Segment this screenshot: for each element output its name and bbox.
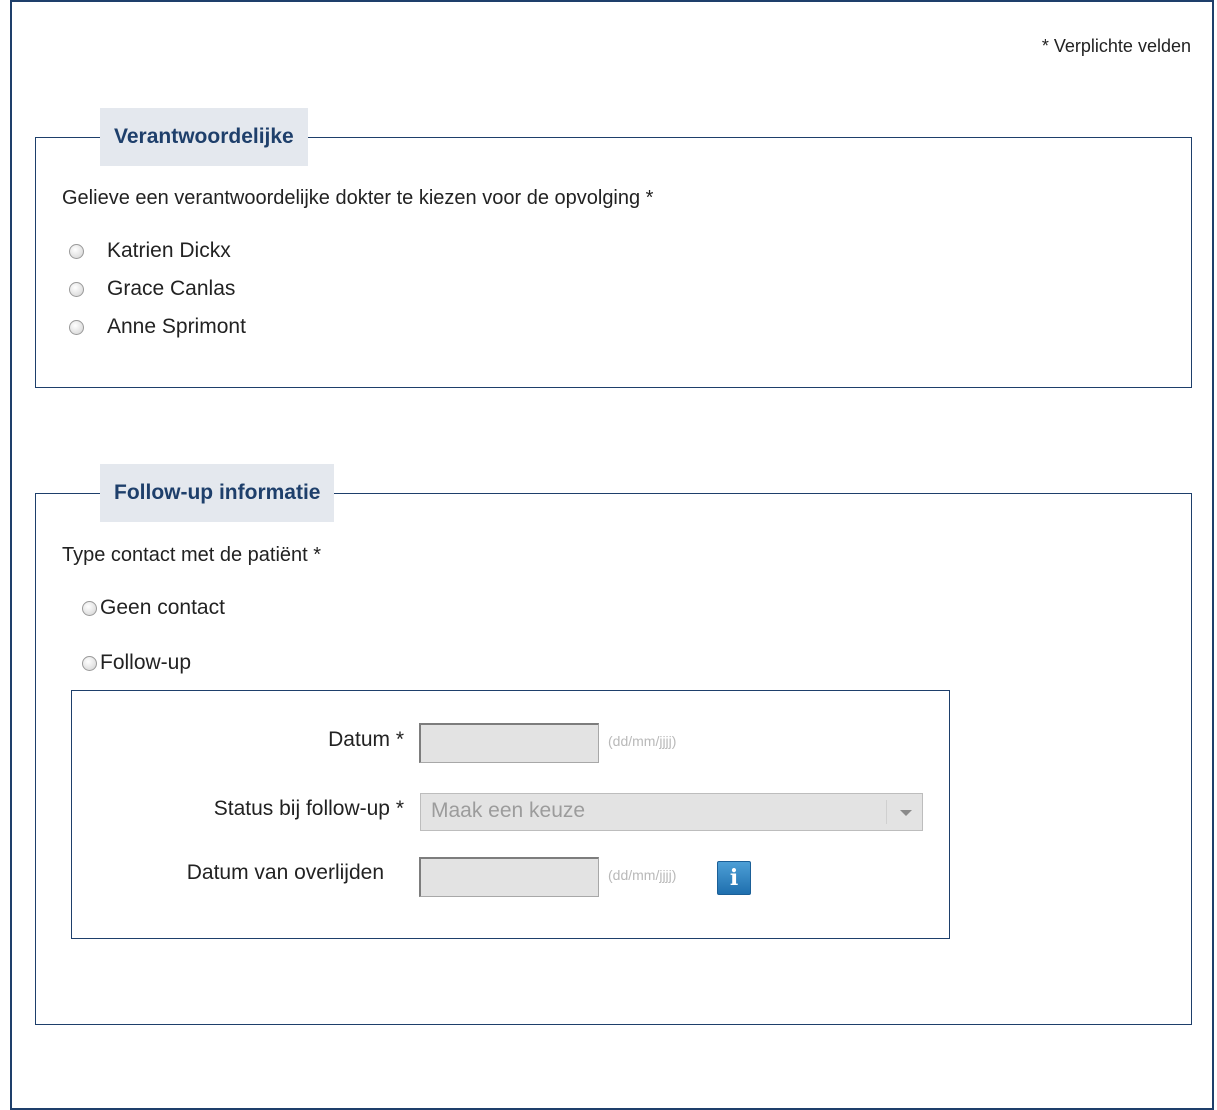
datum-label: Datum * [328,728,404,751]
radio-option-follow-up[interactable]: Follow-up [82,651,191,675]
radio-button[interactable] [82,600,97,616]
radio-label: Anne Sprimont [107,315,246,338]
question-verantwoordelijke: Gelieve een verantwoordelijke dokter te … [62,187,654,209]
datum-overlijden-input[interactable] [419,857,599,897]
legend-verantwoordelijke: Verantwoordelijke [100,108,308,166]
radio-label: Follow-up [100,651,192,674]
status-selected-value: Maak een keuze [431,799,586,822]
radio-option-katrien-dickx[interactable]: Katrien Dickx [69,239,231,263]
radio-option-grace-canlas[interactable]: Grace Canlas [69,277,235,301]
fieldset-verantwoordelijke: Verantwoordelijke Gelieve een verantwoor… [35,108,1192,388]
datum-overlijden-format-hint: (dd/mm/jjjj) [608,867,677,883]
radio-button[interactable] [69,243,84,259]
datum-format-hint: (dd/mm/jjjj) [608,733,677,749]
info-icon[interactable]: i [717,861,751,895]
fieldset-followup-informatie: Follow-up informatie Type contact met de… [35,464,1192,1025]
datum-input[interactable] [419,723,599,763]
datum-overlijden-label: Datum van overlijden [186,861,384,884]
status-label: Status bij follow-up * [213,797,404,820]
followup-details-box: Datum * (dd/mm/jjjj) Status bij follow-u… [71,690,950,939]
select-arrow[interactable] [886,794,922,830]
radio-label: Katrien Dickx [107,239,231,262]
radio-option-geen-contact[interactable]: Geen contact [82,596,225,620]
status-select[interactable]: Maak een keuze [420,793,923,831]
chevron-down-icon [900,810,912,816]
radio-button[interactable] [82,655,97,671]
radio-label: Geen contact [100,596,225,619]
radio-button[interactable] [69,281,84,297]
question-type-contact: Type contact met de patiënt * [62,544,322,566]
required-fields-note: * Verplichte velden [1041,36,1191,56]
radio-option-anne-sprimont[interactable]: Anne Sprimont [69,315,246,339]
radio-label: Grace Canlas [107,277,236,300]
radio-button[interactable] [69,319,84,335]
legend-followup-informatie: Follow-up informatie [100,464,335,522]
